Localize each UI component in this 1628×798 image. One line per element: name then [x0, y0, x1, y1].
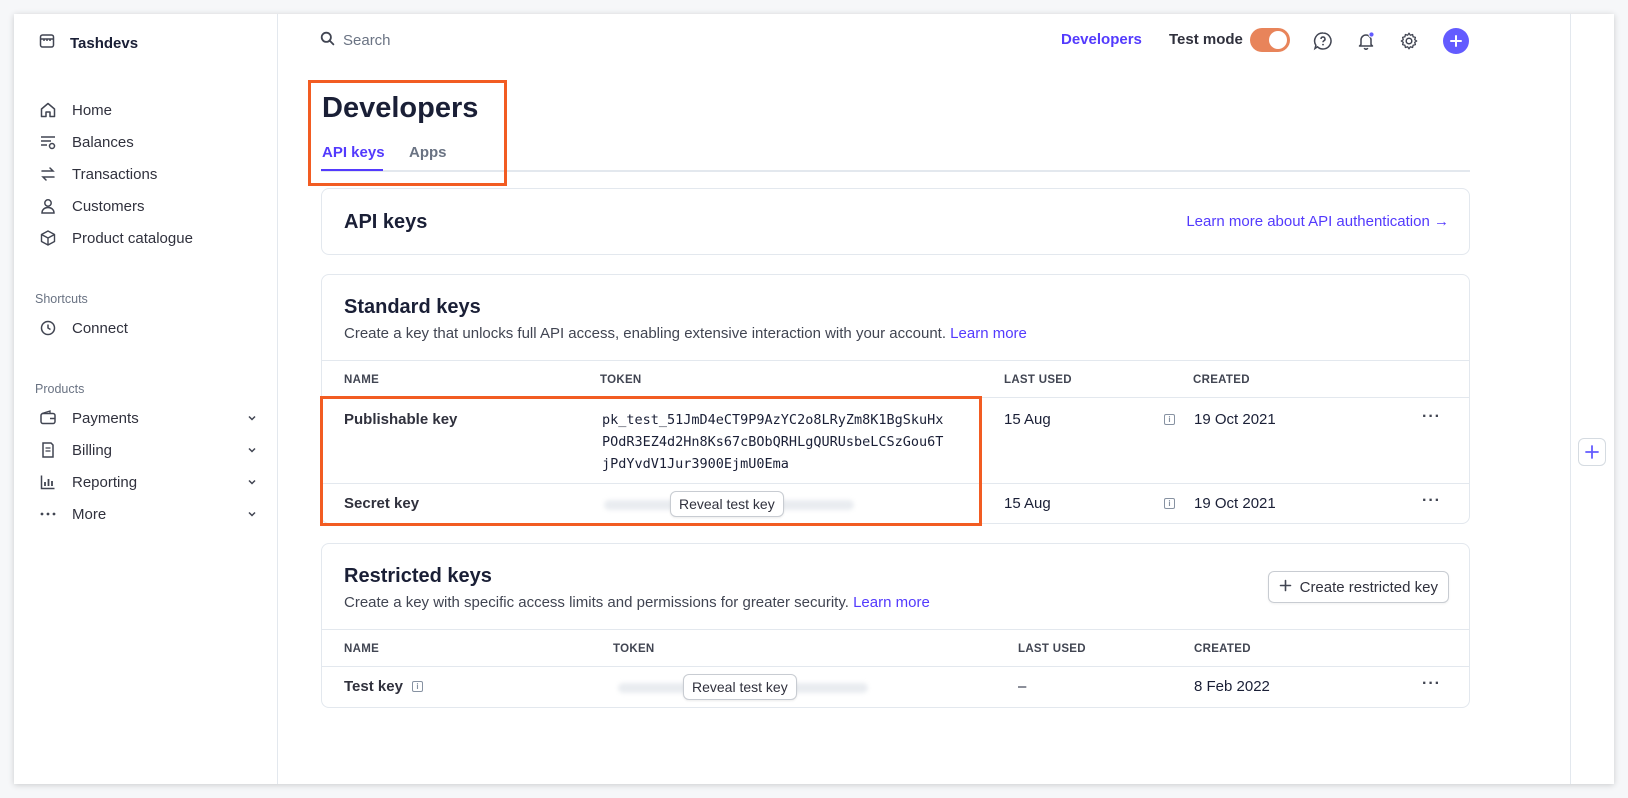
column-header-token: TOKEN [613, 643, 655, 655]
last-used: 15 Aug [1004, 495, 1051, 512]
plus-icon [1279, 579, 1292, 596]
column-header-last-used: LAST USED [1004, 374, 1072, 386]
info-icon[interactable]: i [1164, 498, 1175, 509]
info-icon[interactable]: i [1164, 414, 1175, 425]
sidebar-item-label: More [72, 505, 107, 523]
products-heading: Products [35, 382, 85, 396]
chevron-down-icon[interactable] [246, 443, 258, 460]
highlight-box-header [308, 80, 507, 186]
table-row[interactable]: Test key i Reveal test key – 8 Feb 2022 … [322, 667, 1469, 707]
table-header: NAME TOKEN LAST USED CREATED [322, 360, 1469, 398]
column-header-created: CREATED [1194, 643, 1251, 655]
clock-icon [38, 318, 58, 338]
sidebar-item-label: Home [72, 101, 113, 119]
sidebar-item-more[interactable]: More [38, 498, 258, 530]
last-used: 15 Aug [1004, 411, 1051, 428]
restricted-keys-card: Restricted keys Create a key with specif… [321, 543, 1470, 708]
add-panel-button[interactable] [1578, 438, 1606, 466]
developers-link[interactable]: Developers [1061, 31, 1142, 48]
test-mode-label: Test mode [1169, 31, 1243, 48]
gear-icon[interactable] [1398, 30, 1420, 52]
chevron-down-icon[interactable] [246, 475, 258, 492]
app-window: Tashdevs Home Balances Transactions Cust… [14, 14, 1614, 784]
transactions-icon [38, 164, 58, 184]
learn-more-auth-link[interactable]: Learn more about API authentication → [1186, 213, 1449, 230]
restricted-keys-description: Create a key with specific access limits… [344, 594, 930, 611]
standard-keys-description: Create a key that unlocks full API acces… [344, 325, 1027, 342]
account-name: Tashdevs [70, 34, 139, 52]
sidebar-item-billing[interactable]: Billing [38, 434, 258, 466]
sidebar-item-label: Reporting [72, 473, 138, 491]
more-icon [38, 504, 58, 524]
sidebar-item-connect[interactable]: Connect [38, 312, 258, 344]
last-used: – [1018, 678, 1027, 695]
search-icon [320, 31, 335, 50]
sidebar-item-balances[interactable]: Balances [38, 126, 258, 158]
chart-icon [38, 472, 58, 492]
products-nav: Payments Billing Reporting More [38, 402, 258, 530]
sidebar-item-label: Payments [72, 409, 139, 427]
description-text: Create a key with specific access limits… [344, 594, 849, 611]
learn-more-link[interactable]: Learn more [950, 325, 1027, 342]
row-actions-button[interactable]: ··· [1422, 675, 1441, 693]
help-icon[interactable] [1312, 30, 1334, 52]
column-header-name: NAME [344, 374, 380, 386]
standard-keys-title: Standard keys [344, 296, 481, 318]
right-side-panel [1570, 14, 1614, 784]
sidebar-item-label: Balances [72, 133, 134, 151]
created-date: 19 Oct 2021 [1194, 495, 1276, 512]
row-actions-button[interactable]: ··· [1422, 492, 1441, 510]
create-plus-button[interactable] [1443, 28, 1469, 54]
toggle-knob [1269, 31, 1287, 49]
table-header: NAME TOKEN LAST USED CREATED [322, 629, 1469, 667]
highlight-box-keys [320, 396, 982, 526]
chevron-down-icon[interactable] [246, 411, 258, 428]
sidebar-item-payments[interactable]: Payments [38, 402, 258, 434]
sidebar-item-customers[interactable]: Customers [38, 190, 258, 222]
wallet-icon [38, 408, 58, 428]
create-button-label: Create restricted key [1299, 578, 1438, 596]
sidebar-item-label: Transactions [72, 165, 158, 183]
created-date: 8 Feb 2022 [1194, 678, 1270, 695]
create-restricted-key-button[interactable]: Create restricted key [1267, 571, 1449, 603]
key-name: Test key [344, 678, 403, 695]
info-icon[interactable]: i [412, 681, 423, 692]
sidebar-item-product-catalogue[interactable]: Product catalogue [38, 222, 258, 254]
reveal-test-key-button[interactable]: Reveal test key [683, 674, 797, 700]
main-nav: Home Balances Transactions Customers Pro… [38, 94, 258, 254]
sidebar-item-transactions[interactable]: Transactions [38, 158, 258, 190]
column-header-token: TOKEN [600, 374, 642, 386]
row-actions-button[interactable]: ··· [1422, 408, 1441, 426]
home-icon [38, 100, 58, 120]
learn-more-link[interactable]: Learn more [853, 594, 930, 611]
chevron-down-icon[interactable] [246, 507, 258, 524]
sidebar-item-reporting[interactable]: Reporting [38, 466, 258, 498]
sidebar: Tashdevs Home Balances Transactions Cust… [14, 14, 278, 784]
billing-icon [38, 440, 58, 460]
column-header-last-used: LAST USED [1018, 643, 1086, 655]
store-icon [38, 32, 56, 54]
customers-icon [38, 196, 58, 216]
box-icon [38, 228, 58, 248]
sidebar-item-label: Customers [72, 197, 145, 215]
balances-icon [38, 132, 58, 152]
sidebar-item-label: Connect [72, 319, 128, 337]
bell-icon[interactable] [1355, 30, 1377, 52]
shortcuts-nav: Connect [38, 312, 258, 344]
api-keys-title: API keys [344, 211, 428, 233]
search-input[interactable]: Search [320, 31, 391, 50]
column-header-name: NAME [344, 643, 380, 655]
sidebar-item-label: Product catalogue [72, 229, 193, 247]
account-switcher[interactable]: Tashdevs [38, 32, 138, 54]
test-mode-toggle[interactable] [1250, 28, 1290, 52]
shortcuts-heading: Shortcuts [35, 292, 88, 306]
created-date: 19 Oct 2021 [1194, 411, 1276, 428]
api-keys-card: API keys Learn more about API authentica… [321, 188, 1470, 255]
description-text: Create a key that unlocks full API acces… [344, 325, 946, 342]
restricted-keys-title: Restricted keys [344, 565, 492, 587]
search-placeholder: Search [343, 32, 391, 49]
column-header-created: CREATED [1193, 374, 1250, 386]
sidebar-item-home[interactable]: Home [38, 94, 258, 126]
sidebar-item-label: Billing [72, 441, 113, 459]
